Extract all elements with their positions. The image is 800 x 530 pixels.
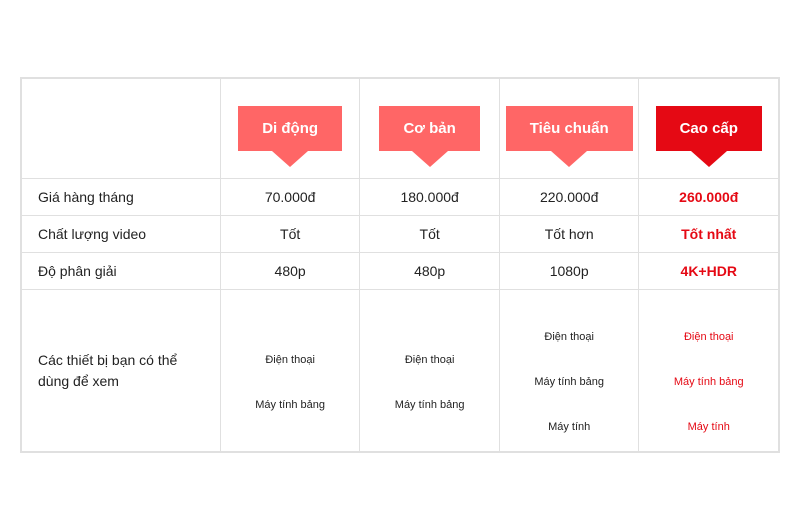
resolution-premium: 4K+HDR: [639, 253, 779, 290]
resolution-basic: 480p: [360, 253, 499, 290]
col-mobile-header: Di động: [220, 79, 360, 179]
quality-basic: Tốt: [360, 216, 499, 253]
phone-label-mobile: Điện thoại: [265, 354, 315, 366]
resolution-standard: 1080p: [499, 253, 639, 290]
devices-premium: Điện thoại Máy tính bảng: [639, 290, 779, 452]
resolution-row: Độ phân giải 480p 480p 1080p 4K+HDR: [22, 253, 779, 290]
devices-standard: Điện thoại Máy tính bảng: [499, 290, 639, 452]
phone-label-premium: Điện thoại: [684, 331, 734, 343]
price-label: Giá hàng tháng: [22, 179, 221, 216]
premium-banner-label: Cao cấp: [656, 106, 762, 151]
devices-label: Các thiết bị bạn có thể dùng để xem: [22, 290, 221, 452]
quality-mobile: Tốt: [220, 216, 360, 253]
standard-tablet-item: Máy tính bảng: [534, 353, 604, 388]
col-standard-header: Tiêu chuẩn: [499, 79, 639, 179]
price-standard: 220.000đ: [499, 179, 639, 216]
quality-row: Chất lượng video Tốt Tốt Tốt hơn Tốt nhấ…: [22, 216, 779, 253]
empty-header: [22, 79, 221, 179]
devices-row: Các thiết bị bạn có thể dùng để xem Điện…: [22, 290, 779, 452]
price-row: Giá hàng tháng 70.000đ 180.000đ 220.000đ…: [22, 179, 779, 216]
mobile-tablet-item: Máy tính bảng: [255, 376, 325, 411]
devices-basic: Điện thoại Máy tính bảng: [360, 290, 499, 452]
quality-standard: Tốt hơn: [499, 216, 639, 253]
price-basic: 180.000đ: [360, 179, 499, 216]
phone-label-basic: Điện thoại: [405, 354, 455, 366]
col-basic-header: Cơ bản: [360, 79, 499, 179]
tablet-label-mobile: Máy tính bảng: [255, 399, 325, 411]
quality-premium: Tốt nhất: [639, 216, 779, 253]
resolution-label: Độ phân giải: [22, 253, 221, 290]
devices-mobile: Điện thoại Máy tính bảng: [220, 290, 360, 452]
tablet-label-standard: Máy tính bảng: [534, 376, 604, 388]
mobile-banner-label: Di động: [238, 106, 342, 151]
laptop-label-standard: Máy tính: [548, 421, 590, 433]
comparison-table: Di động Cơ bản Tiêu chuẩn Cao cấp: [20, 77, 780, 453]
phone-label-standard: Điện thoại: [544, 331, 594, 343]
premium-tablet-item: Máy tính bảng: [674, 353, 744, 388]
basic-phone-item: Điện thoại: [405, 331, 455, 366]
laptop-label-premium: Máy tính: [688, 421, 730, 433]
standard-banner-label: Tiêu chuẩn: [506, 106, 633, 151]
mobile-phone-item: Điện thoại: [265, 331, 315, 366]
resolution-mobile: 480p: [220, 253, 360, 290]
basic-tablet-item: Máy tính bảng: [395, 376, 465, 411]
price-premium: 260.000đ: [639, 179, 779, 216]
basic-banner-label: Cơ bản: [379, 106, 479, 151]
tablet-label-premium: Máy tính bảng: [674, 376, 744, 388]
premium-laptop-item: Máy tính: [688, 398, 730, 433]
price-mobile: 70.000đ: [220, 179, 360, 216]
premium-phone-item: Điện thoại: [684, 308, 734, 343]
standard-laptop-item: Máy tính: [548, 398, 590, 433]
standard-phone-item: Điện thoại: [544, 308, 594, 343]
col-premium-header: Cao cấp: [639, 79, 779, 179]
tablet-label-basic: Máy tính bảng: [395, 399, 465, 411]
quality-label: Chất lượng video: [22, 216, 221, 253]
